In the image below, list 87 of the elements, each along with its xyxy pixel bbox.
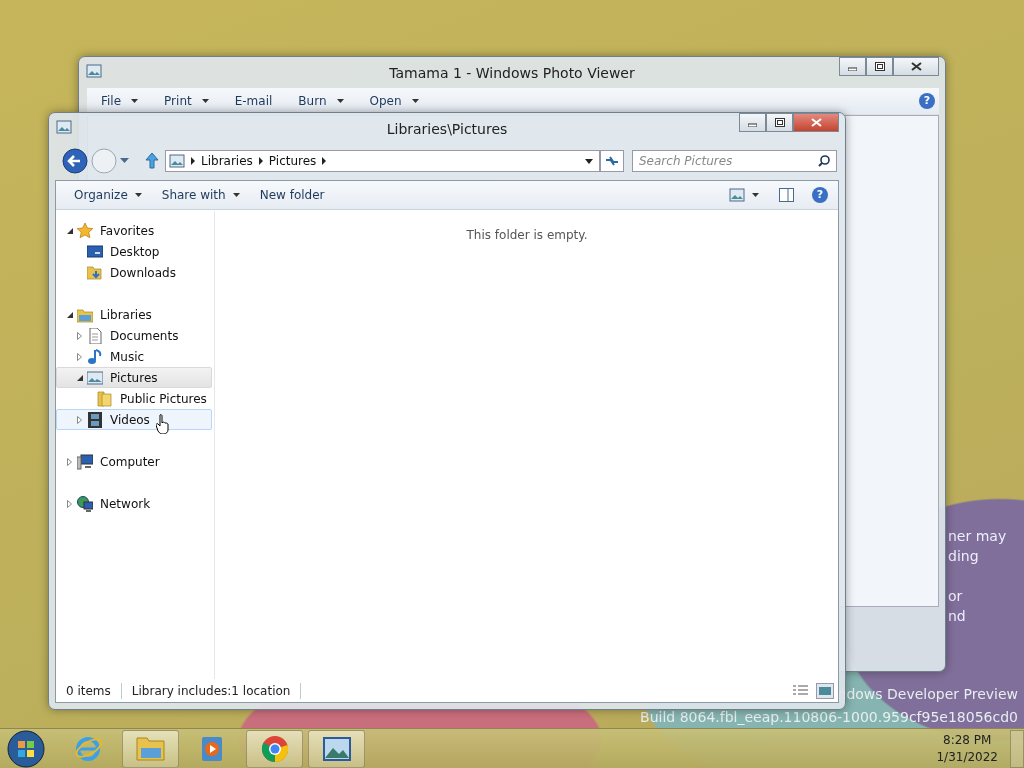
maximize-icon bbox=[874, 62, 885, 71]
taskbar-button[interactable] bbox=[308, 729, 365, 768]
collapsed-arrow-icon[interactable] bbox=[67, 457, 72, 466]
desktop-text: ding bbox=[948, 547, 979, 566]
view-icon bbox=[729, 188, 745, 202]
tree-item[interactable]: Favorites bbox=[56, 220, 212, 241]
clock-date: 1/31/2022 bbox=[936, 748, 998, 766]
window-title: Libraries\Pictures bbox=[385, 120, 509, 139]
help-button[interactable]: ? bbox=[919, 93, 935, 109]
start-button-icon[interactable] bbox=[6, 728, 46, 768]
expanded-arrow-icon[interactable] bbox=[66, 311, 73, 318]
empty-folder-message: This folder is empty. bbox=[465, 227, 589, 244]
tree-item[interactable]: Downloads bbox=[56, 262, 212, 283]
desktop-text: ner may bbox=[948, 527, 1007, 546]
chevron-icon[interactable] bbox=[258, 157, 263, 165]
window-icon bbox=[86, 64, 102, 78]
maximize-button[interactable] bbox=[766, 113, 793, 132]
folder-icon bbox=[97, 390, 113, 407]
document-icon bbox=[87, 327, 103, 344]
expanded-arrow-icon[interactable] bbox=[66, 227, 73, 234]
close-icon bbox=[910, 62, 922, 71]
pictures-icon bbox=[87, 369, 103, 386]
desktop-text: or bbox=[948, 587, 963, 606]
refresh-icon bbox=[605, 155, 619, 167]
search-field[interactable]: Search Pictures bbox=[632, 150, 837, 172]
up-arrow-icon[interactable] bbox=[145, 152, 159, 169]
status-text: Library includes:1 location bbox=[121, 682, 302, 699]
tree-item[interactable]: Public Pictures bbox=[56, 388, 212, 409]
collapsed-arrow-icon[interactable] bbox=[77, 331, 82, 340]
desktop-text: nd bbox=[948, 607, 966, 626]
maximize-button[interactable] bbox=[866, 57, 893, 76]
toolbar-button[interactable]: Organize bbox=[64, 184, 152, 206]
tree-item[interactable]: Desktop bbox=[56, 241, 212, 262]
collapsed-arrow-icon[interactable] bbox=[77, 415, 82, 424]
window-title: Tamama 1 - Windows Photo Viewer bbox=[388, 64, 636, 83]
desktop-icon bbox=[87, 243, 103, 260]
menu-button[interactable]: File bbox=[87, 92, 151, 110]
help-button[interactable]: ? bbox=[812, 187, 828, 203]
computer-icon bbox=[77, 453, 93, 470]
search-icon bbox=[818, 155, 830, 167]
menu-button[interactable]: Burn bbox=[284, 92, 356, 110]
toolbar-button[interactable]: Share with bbox=[151, 184, 250, 206]
close-button[interactable] bbox=[893, 57, 939, 76]
caret-icon bbox=[752, 193, 759, 197]
tree-item[interactable]: Pictures bbox=[56, 367, 212, 388]
taskbar-button[interactable] bbox=[122, 729, 179, 768]
expanded-arrow-icon[interactable] bbox=[76, 374, 83, 381]
tree-item[interactable]: Libraries bbox=[56, 304, 212, 325]
menu-button[interactable]: E-mail bbox=[220, 92, 285, 110]
pictures-icon bbox=[169, 154, 185, 168]
details-view-icon[interactable] bbox=[793, 684, 808, 697]
film-strip-icon bbox=[87, 411, 103, 428]
breadcrumb-item[interactable]: Libraries bbox=[201, 152, 253, 170]
star-icon bbox=[77, 222, 93, 239]
network-icon bbox=[77, 495, 93, 512]
hand-cursor-icon bbox=[156, 414, 170, 434]
tree-item[interactable]: Computer bbox=[56, 451, 212, 472]
toolbar-button[interactable]: New folder bbox=[249, 184, 335, 206]
tree-item[interactable]: Music bbox=[56, 346, 212, 367]
close-button[interactable] bbox=[793, 113, 839, 132]
collapsed-arrow-icon[interactable] bbox=[77, 352, 82, 361]
status-text: 0 items bbox=[56, 682, 122, 699]
tree-item[interactable]: Videos bbox=[56, 409, 212, 430]
tree-item[interactable]: Network bbox=[56, 493, 212, 514]
large-icons-view-icon[interactable] bbox=[816, 682, 834, 699]
downloads-folder-icon bbox=[87, 264, 103, 281]
pane-icon bbox=[779, 188, 794, 202]
collapsed-arrow-icon[interactable] bbox=[67, 499, 72, 508]
refresh-button[interactable] bbox=[600, 150, 624, 172]
chevron-icon[interactable] bbox=[322, 157, 327, 165]
maximize-icon bbox=[774, 118, 785, 127]
clock-time: 8:28 PM bbox=[942, 731, 993, 749]
window-icon bbox=[56, 120, 72, 134]
breadcrumb-item[interactable]: Pictures bbox=[268, 152, 317, 170]
menu-button[interactable]: Open bbox=[355, 92, 431, 110]
library-icon bbox=[77, 306, 93, 323]
back-icon[interactable] bbox=[62, 148, 88, 174]
music-note-icon bbox=[87, 348, 103, 365]
taskbar-button[interactable] bbox=[246, 729, 303, 768]
menu-button[interactable]: Print bbox=[150, 92, 221, 110]
chrome-icon bbox=[259, 733, 290, 764]
tree-item[interactable]: Documents bbox=[56, 325, 212, 346]
close-icon bbox=[810, 118, 822, 127]
caret-icon[interactable] bbox=[585, 158, 593, 164]
address-bar[interactable]: Libraries Pictures bbox=[165, 150, 600, 172]
chevron-icon[interactable] bbox=[191, 157, 195, 165]
recent-pages-icon[interactable] bbox=[120, 158, 129, 163]
